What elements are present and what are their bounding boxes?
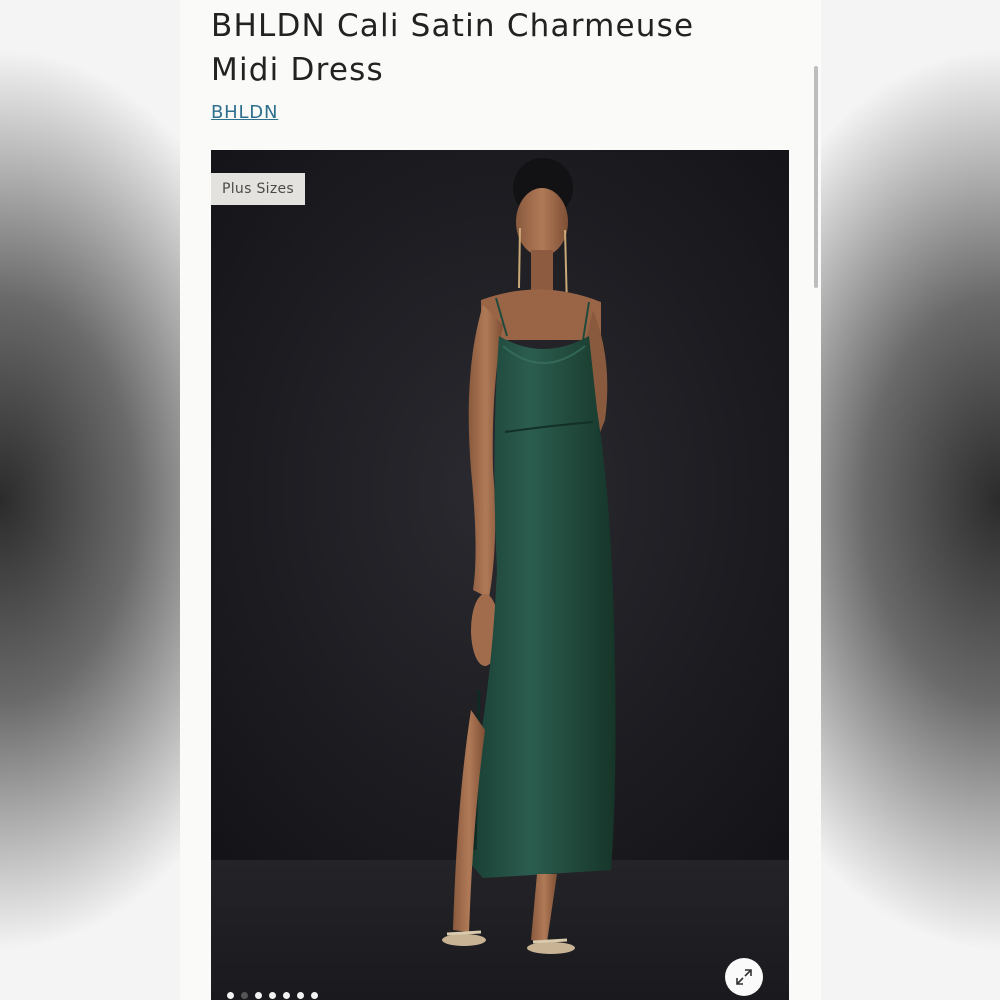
model-photo: [442, 158, 616, 954]
expand-arrows-icon: [736, 969, 752, 985]
plus-sizes-badge: Plus Sizes: [211, 173, 305, 205]
brand-link[interactable]: BHLDN: [211, 102, 278, 123]
product-title: BHLDN Cali Satin Charmeuse Midi Dress: [211, 8, 695, 88]
expand-image-button[interactable]: [725, 958, 763, 996]
gallery-dot[interactable]: [311, 992, 318, 999]
scrollbar[interactable]: [814, 66, 818, 288]
gallery-dot[interactable]: [269, 992, 276, 999]
product-image[interactable]: Plus Sizes: [211, 150, 789, 1000]
gallery-dot[interactable]: [227, 992, 234, 999]
gallery-dot[interactable]: [255, 992, 262, 999]
gallery-dot[interactable]: [283, 992, 290, 999]
gallery-dot[interactable]: [241, 992, 248, 999]
product-panel: BHLDN Cali Satin Charmeuse Midi Dress BH…: [180, 0, 821, 1000]
gallery-pagination: [227, 992, 318, 999]
gallery-dot[interactable]: [297, 992, 304, 999]
